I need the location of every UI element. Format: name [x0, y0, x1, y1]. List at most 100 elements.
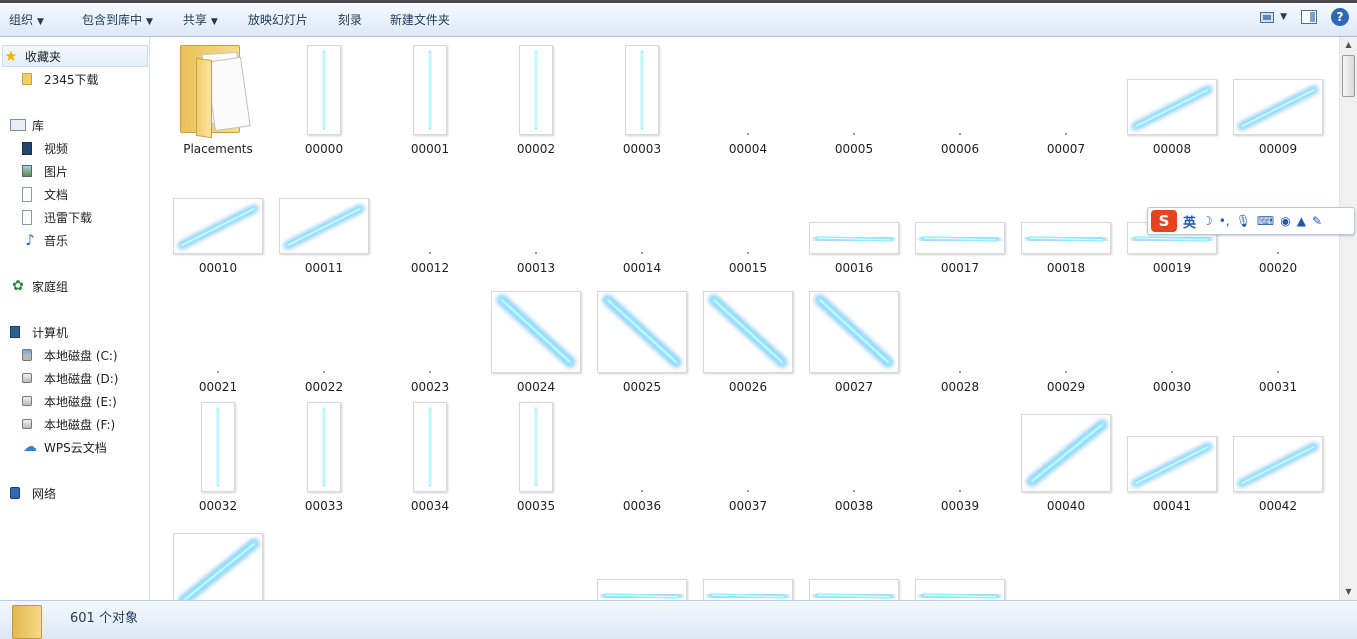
nav-item-drive-d[interactable]: 本地磁盘 (D:)	[22, 367, 118, 389]
file-item[interactable]: 00007	[1018, 37, 1114, 156]
file-item[interactable]: 00010	[170, 156, 266, 275]
nav-item-drive-c[interactable]: 本地磁盘 (C:)	[22, 344, 118, 366]
file-item[interactable]: 00043	[170, 513, 266, 600]
thumbnail	[276, 513, 372, 600]
nav-network[interactable]: 网络	[10, 482, 56, 504]
nav-label: 2345下载	[44, 72, 99, 87]
file-item[interactable]: 00045	[382, 513, 478, 600]
moon-icon[interactable]: ☽	[1202, 214, 1213, 228]
keyboard-icon[interactable]: ⌨	[1257, 214, 1274, 228]
file-item[interactable]: 00042	[1230, 394, 1326, 513]
nav-item-pictures[interactable]: 图片	[22, 160, 68, 182]
file-name: 00027	[834, 380, 874, 394]
file-item[interactable]: 00049	[806, 513, 902, 600]
file-item[interactable]: 00027	[806, 275, 902, 394]
wrench-icon[interactable]: ✎	[1312, 214, 1322, 228]
file-item[interactable]: 00036	[594, 394, 690, 513]
nav-label: 迅雷下载	[44, 210, 93, 225]
file-item[interactable]: 00031	[1230, 275, 1326, 394]
file-name: 00034	[410, 499, 450, 513]
nav-libraries[interactable]: 库	[10, 114, 44, 136]
file-item[interactable]: 00025	[594, 275, 690, 394]
toolbar-button[interactable]: 包含到库中 ▼	[72, 6, 163, 34]
file-item[interactable]: 00003	[594, 37, 690, 156]
ime-toolbar[interactable]: S 英 ☽ •, 🎙 ⌨ ◉ ▲ ✎	[1147, 207, 1355, 235]
nav-item-drive-e[interactable]: 本地磁盘 (E:)	[22, 390, 117, 412]
file-item[interactable]: 00029	[1018, 275, 1114, 394]
nav-item-documents[interactable]: 文档	[22, 183, 68, 205]
file-item[interactable]: 00035	[488, 394, 584, 513]
file-item[interactable]: 00021	[170, 275, 266, 394]
mic-icon[interactable]: 🎙	[1236, 214, 1251, 228]
vertical-scrollbar[interactable]: ▲ ▼	[1339, 37, 1357, 600]
file-item[interactable]: 00048	[700, 513, 796, 600]
toolbar-button[interactable]: 刻录	[328, 6, 372, 34]
scroll-down-icon[interactable]: ▼	[1340, 584, 1357, 600]
help-icon[interactable]: ?	[1331, 8, 1349, 26]
file-item[interactable]: 00014	[594, 156, 690, 275]
file-item[interactable]: 00016	[806, 156, 902, 275]
toolbar-button[interactable]: 共享 ▼	[173, 6, 228, 34]
file-item[interactable]: 00011	[276, 156, 372, 275]
file-item[interactable]: 00050	[912, 513, 1008, 600]
file-item[interactable]: 00026	[700, 275, 796, 394]
file-name: 00029	[1046, 380, 1086, 394]
file-item[interactable]: 00006	[912, 37, 1008, 156]
nav-item-thunder-downloads[interactable]: 迅雷下载	[22, 206, 92, 228]
sogou-logo-icon[interactable]: S	[1151, 210, 1177, 232]
thumbnail	[594, 513, 690, 600]
file-item[interactable]: 00047	[594, 513, 690, 600]
file-item[interactable]: 00015	[700, 156, 796, 275]
toolbar-button[interactable]: 新建文件夹	[380, 6, 460, 34]
file-item[interactable]: 00023	[382, 275, 478, 394]
file-item[interactable]: 00034	[382, 394, 478, 513]
nav-favorites[interactable]: ★ 收藏夹	[2, 45, 148, 67]
nav-item-videos[interactable]: 视频	[22, 137, 68, 159]
nav-item-2345-downloads[interactable]: 2345下载	[22, 68, 99, 90]
file-item[interactable]: 00001	[382, 37, 478, 156]
file-item[interactable]: 00009	[1230, 37, 1326, 156]
file-item[interactable]: 00000	[276, 37, 372, 156]
thumbnail	[1230, 394, 1326, 494]
file-list[interactable]: Placements 00000 00001 00002 00003 00004 00005…	[151, 37, 1339, 600]
nav-label: 计算机	[32, 325, 69, 340]
preview-pane-icon[interactable]	[1301, 10, 1317, 24]
file-item[interactable]: 00022	[276, 275, 372, 394]
scroll-up-icon[interactable]: ▲	[1340, 37, 1357, 53]
change-view-button[interactable]: ▼	[1260, 11, 1287, 23]
nav-computer[interactable]: 计算机	[10, 321, 68, 343]
nav-homegroup[interactable]: ✿ 家庭组	[10, 275, 68, 297]
user-lock-icon[interactable]: ◉	[1280, 214, 1290, 228]
file-item[interactable]: 00046	[488, 513, 584, 600]
thumbnail	[594, 37, 690, 137]
file-item[interactable]: 00013	[488, 156, 584, 275]
file-item[interactable]: 00032	[170, 394, 266, 513]
shirt-icon[interactable]: ▲	[1297, 214, 1306, 228]
file-item[interactable]: 00038	[806, 394, 902, 513]
ime-mode-toggle[interactable]: 英	[1183, 212, 1196, 231]
nav-item-wps-cloud[interactable]: ☁ WPS云文档	[22, 436, 107, 458]
file-item[interactable]: 00017	[912, 156, 1008, 275]
toolbar-button[interactable]: 组织 ▼	[0, 6, 54, 34]
file-item[interactable]: 00002	[488, 37, 584, 156]
file-item[interactable]: 00040	[1018, 394, 1114, 513]
scrollbar-thumb[interactable]	[1342, 55, 1355, 97]
file-item[interactable]: 00041	[1124, 394, 1220, 513]
punctuation-icon[interactable]: •,	[1219, 214, 1230, 228]
nav-item-music[interactable]: ♪ 音乐	[22, 229, 68, 251]
file-item[interactable]: 00004	[700, 37, 796, 156]
nav-item-drive-f[interactable]: 本地磁盘 (F:)	[22, 413, 115, 435]
folder-item[interactable]: Placements	[170, 37, 266, 156]
file-item[interactable]: 00044	[276, 513, 372, 600]
file-item[interactable]: 00039	[912, 394, 1008, 513]
file-item[interactable]: 00037	[700, 394, 796, 513]
file-item[interactable]: 00024	[488, 275, 584, 394]
file-item[interactable]: 00008	[1124, 37, 1220, 156]
file-item[interactable]: 00028	[912, 275, 1008, 394]
file-item[interactable]: 00018	[1018, 156, 1114, 275]
file-item[interactable]: 00005	[806, 37, 902, 156]
file-item[interactable]: 00030	[1124, 275, 1220, 394]
file-item[interactable]: 00033	[276, 394, 372, 513]
toolbar-button[interactable]: 放映幻灯片	[238, 6, 318, 34]
file-item[interactable]: 00012	[382, 156, 478, 275]
